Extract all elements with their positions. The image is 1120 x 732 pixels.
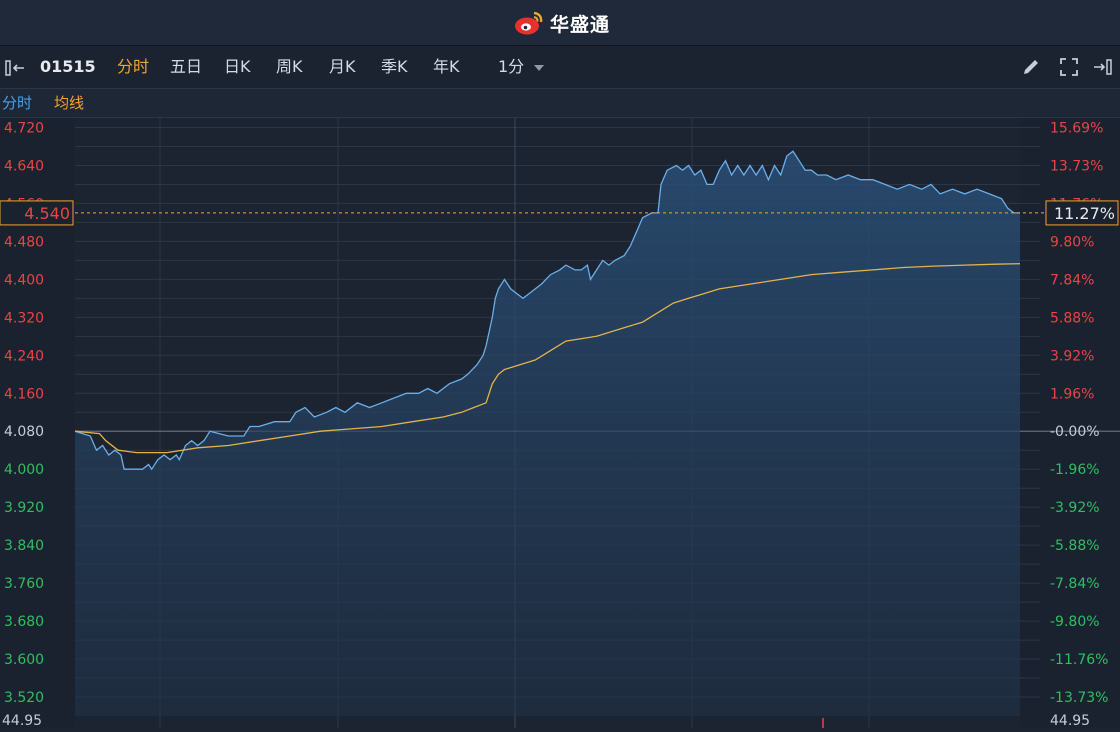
current-pct-label: 11.27% (1054, 204, 1115, 223)
expand-right-icon (1094, 59, 1112, 75)
brand-name: 华盛通 (550, 13, 611, 36)
y-tick-left: 4.240 (4, 348, 44, 364)
y-tick-right: 1.96% (1050, 386, 1094, 402)
y-tick-left: 4.400 (4, 272, 44, 288)
tab-five-day[interactable]: 五日 (170, 46, 202, 88)
y-tick-left: 4.640 (4, 158, 44, 174)
tab-weekly-k[interactable]: 周K (276, 46, 303, 88)
y-tick-right: -3.92% (1050, 500, 1100, 516)
y-tick-left: 4.480 (4, 234, 44, 250)
brand-logo: 华盛通 (514, 8, 610, 38)
chevron-down-icon (534, 64, 545, 71)
current-price-label: 4.540 (24, 204, 70, 223)
period-dropdown[interactable]: 1分 (498, 46, 545, 88)
app-header: 华盛通 (0, 0, 1120, 46)
legend-average: 均线 (54, 94, 85, 112)
y-tick-right: 7.84% (1050, 272, 1094, 288)
pencil-icon (1024, 60, 1038, 74)
y-tick-right: 15.69% (1050, 120, 1103, 136)
intraday-chart-svg[interactable]: 4.7204.6404.5604.4804.4004.3204.2404.160… (0, 118, 1120, 729)
tab-monthly-k[interactable]: 月K (329, 46, 356, 88)
tab-quarterly-k[interactable]: 季K (381, 46, 408, 88)
y-tick-right: -13.73% (1050, 690, 1108, 706)
y-tick-right: 13.73% (1050, 158, 1103, 174)
y-tick-left: 3.600 (4, 652, 44, 668)
y-tick-right: 5.88% (1050, 310, 1094, 326)
draw-button[interactable] (1020, 56, 1042, 78)
y-tick-left: 4.320 (4, 310, 44, 326)
chart-legend: 分时 均线 (0, 89, 1120, 118)
volume-label-left: 44.95 (2, 713, 42, 728)
volume-label-right: 44.95 (1050, 713, 1090, 728)
collapse-left-icon (5, 59, 24, 76)
collapse-left-button[interactable] (4, 46, 28, 88)
chart-toolbar: 01515 分时 五日 日K 周K 月K 季K 年K 1分 (0, 46, 1120, 89)
stock-code[interactable]: 01515 (40, 46, 96, 88)
y-tick-left: 3.760 (4, 576, 44, 592)
y-tick-right: -0.00% (1050, 424, 1100, 440)
y-tick-right: -9.80% (1050, 614, 1100, 630)
y-tick-right: 3.92% (1050, 348, 1094, 364)
legend-intraday: 分时 (2, 94, 33, 112)
weibo-logo-icon (515, 11, 543, 35)
fullscreen-icon (1060, 58, 1078, 76)
y-tick-left: 3.920 (4, 500, 44, 516)
y-tick-right: -5.88% (1050, 538, 1100, 554)
y-tick-left: 3.680 (4, 614, 44, 630)
tab-daily-k[interactable]: 日K (224, 46, 251, 88)
fullscreen-button[interactable] (1058, 56, 1080, 78)
y-tick-left: 4.000 (4, 462, 44, 478)
y-tick-left: 3.520 (4, 690, 44, 706)
expand-right-button[interactable] (1092, 56, 1114, 78)
y-tick-left: 4.720 (4, 120, 44, 136)
y-tick-left: 4.080 (4, 424, 44, 440)
tab-yearly-k[interactable]: 年K (433, 46, 460, 88)
period-label: 1分 (498, 57, 525, 76)
y-tick-right: 9.80% (1050, 234, 1094, 250)
y-tick-right: -1.96% (1050, 462, 1100, 478)
y-tick-right: -11.76% (1050, 652, 1108, 668)
tab-intraday[interactable]: 分时 (117, 46, 149, 88)
intraday-chart[interactable]: 4.7204.6404.5604.4804.4004.3204.2404.160… (0, 118, 1120, 729)
y-tick-left: 4.160 (4, 386, 44, 402)
y-tick-left: 3.840 (4, 538, 44, 554)
y-tick-right: -7.84% (1050, 576, 1100, 592)
